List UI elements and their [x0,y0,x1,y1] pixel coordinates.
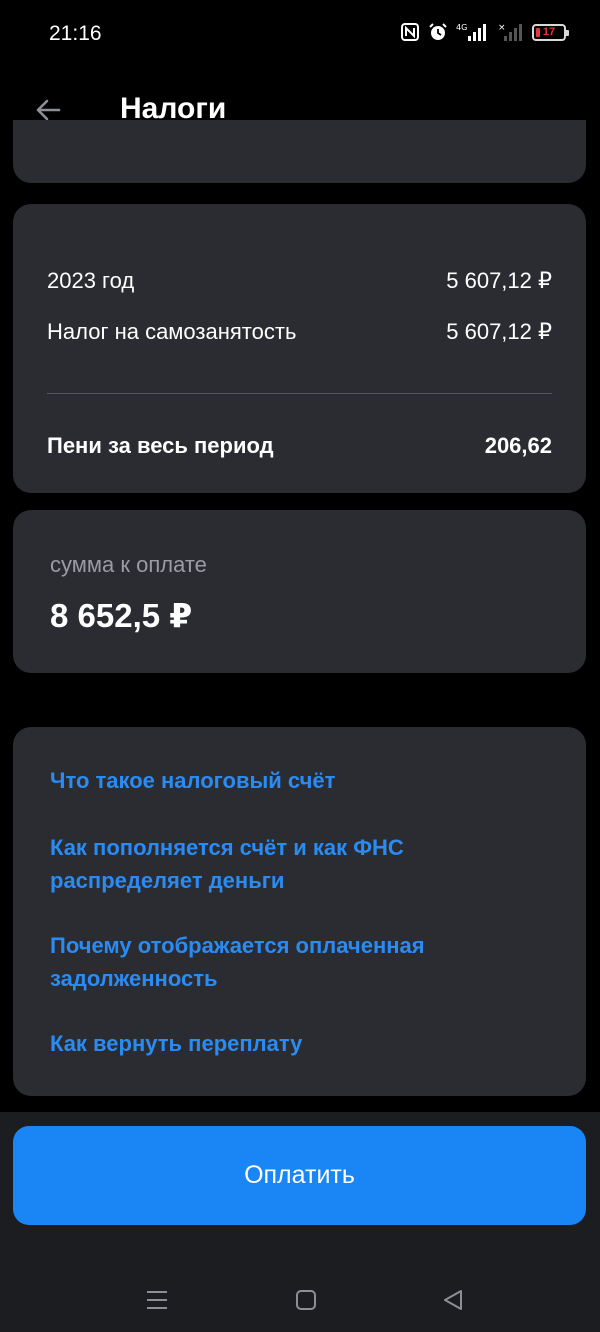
nfc-icon [400,22,420,42]
year-amount: 5 607,12 ₽ [446,268,552,293]
help-link-paid-debt[interactable]: Почему отображается оплаченная задолженн… [50,929,549,995]
nav-recents-button[interactable] [137,1280,177,1320]
status-bar: 21:16 4G × 17 [0,0,600,70]
help-link-account-top-up[interactable]: Как пополняется счёт и как ФНС распредел… [50,831,549,897]
penalty-row: Пени за весь период 206,62 [47,433,552,459]
home-icon [296,1290,316,1310]
pay-button[interactable]: Оплатить [13,1126,586,1225]
nav-back-button[interactable] [433,1280,473,1320]
help-links-card: Что такое налоговый счёт Как пополняется… [13,727,586,1096]
payment-summary-card: сумма к оплате 8 652,5 ₽ [13,510,586,673]
tax-details-card: 2023 год 5 607,12 ₽ Налог на самозанятос… [13,204,586,493]
divider [47,393,552,394]
self-employment-tax-row: Налог на самозанятость 5 607,12 ₽ [47,319,552,345]
signal-none-icon: × [498,22,524,42]
previous-card [13,120,586,183]
help-link-refund-overpayment[interactable]: Как вернуть переплату [50,1027,549,1060]
status-icons: 4G × 17 [400,22,569,42]
battery-level: 17 [542,25,556,38]
network-type-label: 4G [456,23,467,32]
svg-text:×: × [498,23,506,33]
signal-4g-icon: 4G [456,22,490,42]
amount-due-value: 8 652,5 ₽ [50,597,193,634]
year-row: 2023 год 5 607,12 ₽ [47,268,552,294]
penalty-amount: 206,62 [484,433,552,458]
system-nav-bar [0,1258,600,1332]
help-link-tax-account[interactable]: Что такое налоговый счёт [50,764,549,797]
amount-due-label: сумма к оплате [50,552,207,577]
nav-home-button[interactable] [286,1280,326,1320]
back-triangle-icon [444,1290,462,1310]
alarm-icon [428,22,448,42]
menu-icon [147,1291,167,1309]
status-time: 21:16 [49,22,102,45]
tax-amount: 5 607,12 ₽ [446,319,552,344]
battery-icon: 17 [532,23,569,41]
penalty-label: Пени за весь период [47,433,274,458]
tax-label: Налог на самозанятость [47,319,297,344]
year-label: 2023 год [47,268,135,293]
